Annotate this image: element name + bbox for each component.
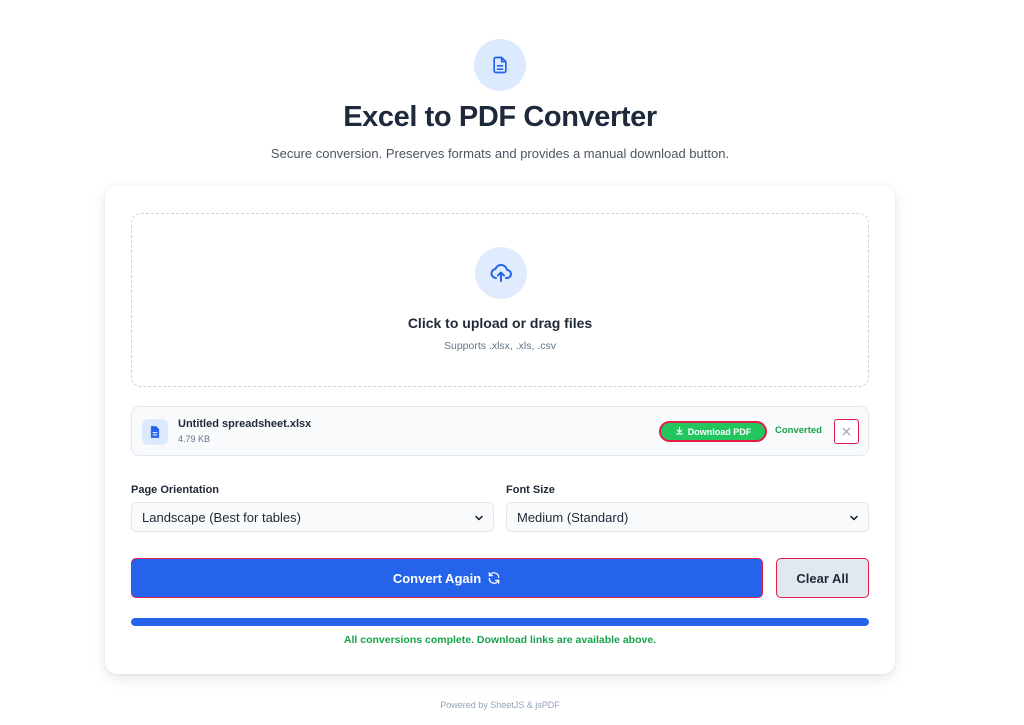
orientation-label: Page Orientation: [131, 484, 220, 496]
font-size-value: Medium (Standard): [517, 509, 629, 525]
download-icon: [675, 426, 684, 437]
file-size: 4.79 KB: [178, 434, 211, 444]
dropzone-title: Click to upload or drag files: [407, 315, 593, 331]
orientation-select[interactable]: Landscape (Best for tables): [131, 502, 494, 532]
cloud-upload-icon: [475, 247, 527, 299]
remove-file-button[interactable]: [834, 419, 859, 444]
page-subtitle: Secure conversion. Preserves formats and…: [270, 146, 730, 161]
file-list-item: Untitled spreadsheet.xlsx 4.79 KB Downlo…: [131, 406, 869, 456]
progress-bar-fill: [131, 618, 869, 626]
chevron-down-icon: [850, 515, 858, 521]
footer-credit: Powered by SheetJS & jsPDF: [440, 700, 560, 710]
dropzone-hint: Supports .xlsx, .xls, .csv: [443, 340, 557, 352]
status-message: All conversions complete. Download links…: [343, 634, 657, 646]
convert-again-label: Convert Again: [392, 570, 482, 586]
clear-all-button[interactable]: Clear All: [776, 558, 869, 598]
chevron-down-icon: [475, 515, 483, 521]
orientation-value: Landscape (Best for tables): [142, 509, 301, 525]
page-title: Excel to PDF Converter: [343, 101, 657, 133]
refresh-icon: [488, 572, 500, 584]
font-size-select[interactable]: Medium (Standard): [506, 502, 869, 532]
download-pdf-button[interactable]: Download PDF: [659, 421, 767, 442]
conversion-status-badge: Converted: [775, 425, 822, 436]
progress-bar: [131, 618, 869, 626]
document-icon: [474, 39, 526, 91]
converter-card: Click to upload or drag files Supports .…: [105, 186, 895, 674]
file-name: Untitled spreadsheet.xlsx: [178, 418, 312, 430]
upload-dropzone[interactable]: Click to upload or drag files Supports .…: [131, 213, 869, 387]
font-size-label: Font Size: [506, 484, 555, 496]
close-icon: [842, 427, 851, 436]
download-pdf-label: Download PDF: [687, 426, 752, 437]
file-icon: [142, 419, 168, 445]
convert-again-button[interactable]: Convert Again: [131, 558, 763, 598]
